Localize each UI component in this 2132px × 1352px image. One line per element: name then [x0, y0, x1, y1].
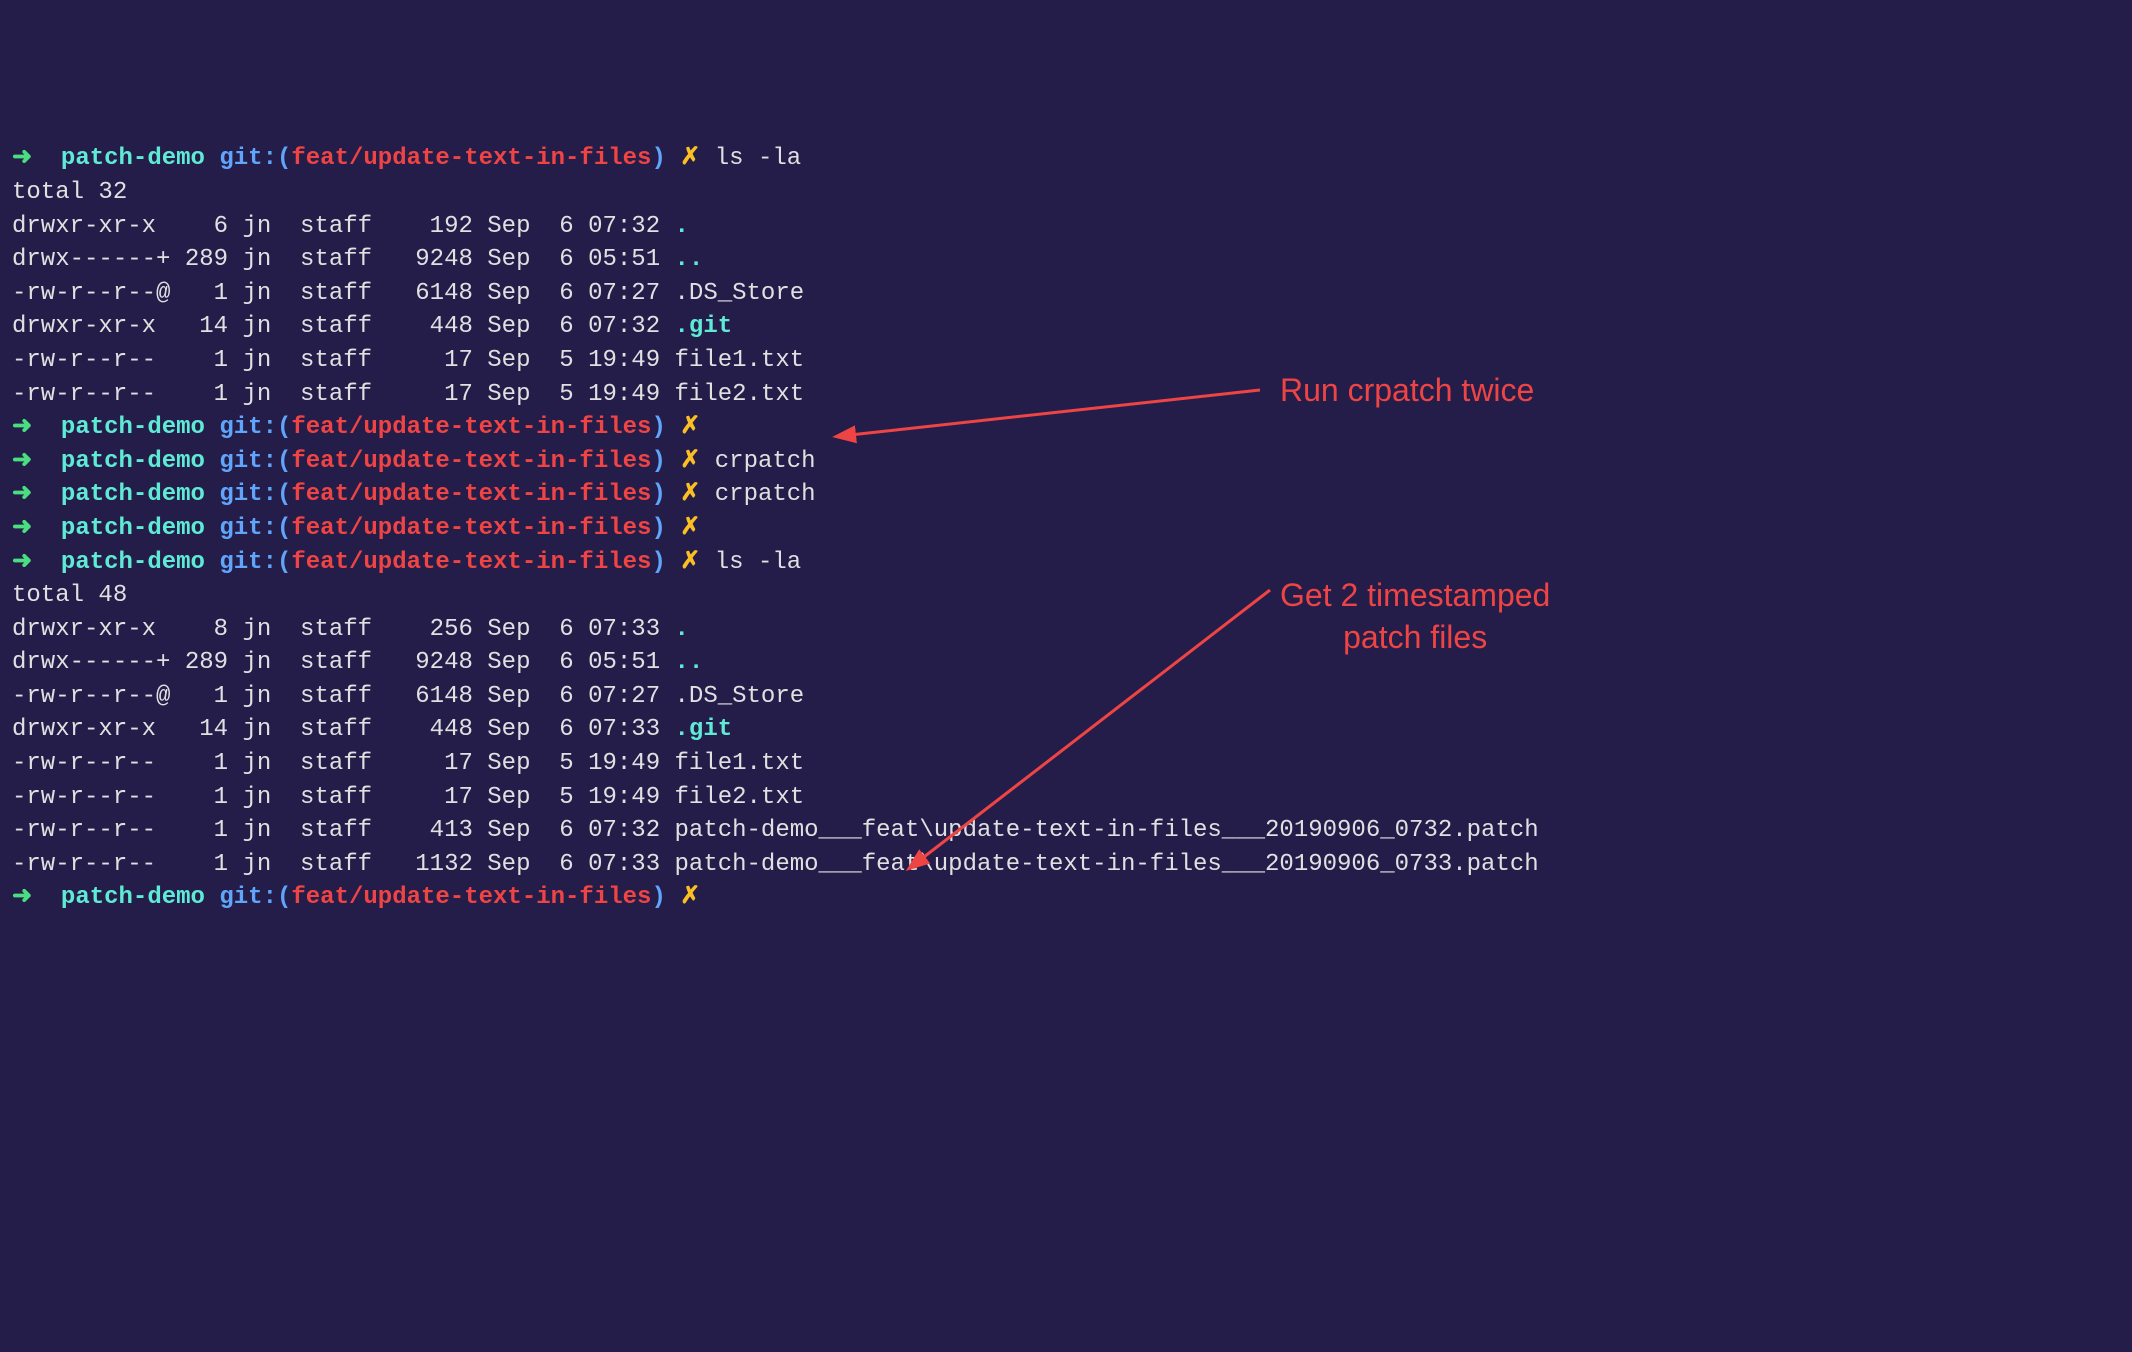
ls-row: drwx------+ 289 jn staff 9248 Sep 6 05:5…: [12, 646, 2120, 680]
command-text: crpatch: [715, 448, 816, 475]
prompt-arrow-icon: ➜: [12, 884, 32, 911]
command-text: crpatch: [715, 481, 816, 508]
terminal-output[interactable]: ➜ patch-demo git:(feat/update-text-in-fi…: [12, 142, 2120, 915]
ls-row: drwx------+ 289 jn staff 9248 Sep 6 05:5…: [12, 243, 2120, 277]
git-branch: feat/update-text-in-files: [291, 481, 651, 508]
ls-filename: ..: [675, 246, 704, 273]
git-close-paren: ): [651, 481, 665, 508]
ls-row: -rw-r--r-- 1 jn staff 413 Sep 6 07:32 pa…: [12, 814, 2120, 848]
git-branch: feat/update-text-in-files: [291, 414, 651, 441]
git-close-paren: ): [651, 549, 665, 576]
git-close-paren: ): [651, 884, 665, 911]
dirty-mark-icon: ✗: [680, 145, 700, 172]
ls-row: drwxr-xr-x 14 jn staff 448 Sep 6 07:32 .…: [12, 310, 2120, 344]
ls-filename: .git: [675, 716, 733, 743]
dirty-mark-icon: ✗: [680, 884, 700, 911]
prompt-dir: patch-demo: [61, 515, 205, 542]
ls-filename: .: [675, 213, 689, 240]
ls-total: total 48: [12, 579, 2120, 613]
command-text: ls -la: [715, 549, 801, 576]
ls-row: -rw-r--r--@ 1 jn staff 6148 Sep 6 07:27 …: [12, 680, 2120, 714]
ls-filename: patch-demo___feat\update-text-in-files__…: [675, 851, 1539, 878]
prompt-dir: patch-demo: [61, 145, 205, 172]
git-branch: feat/update-text-in-files: [291, 448, 651, 475]
git-branch: feat/update-text-in-files: [291, 145, 651, 172]
ls-row: drwxr-xr-x 8 jn staff 256 Sep 6 07:33 .: [12, 613, 2120, 647]
prompt-arrow-icon: ➜: [12, 145, 32, 172]
dirty-mark-icon: ✗: [680, 448, 700, 475]
git-label: git:(: [219, 884, 291, 911]
ls-row: drwxr-xr-x 14 jn staff 448 Sep 6 07:33 .…: [12, 713, 2120, 747]
ls-row: -rw-r--r-- 1 jn staff 17 Sep 5 19:49 fil…: [12, 781, 2120, 815]
ls-row: -rw-r--r-- 1 jn staff 17 Sep 5 19:49 fil…: [12, 344, 2120, 378]
ls-row: drwxr-xr-x 6 jn staff 192 Sep 6 07:32 .: [12, 210, 2120, 244]
ls-filename: .git: [675, 313, 733, 340]
prompt-line: ➜ patch-demo git:(feat/update-text-in-fi…: [12, 546, 2120, 580]
ls-row: -rw-r--r--@ 1 jn staff 6148 Sep 6 07:27 …: [12, 277, 2120, 311]
command-text: ls -la: [715, 145, 801, 172]
ls-filename: ..: [675, 649, 704, 676]
ls-filename: file2.txt: [675, 381, 805, 408]
git-branch: feat/update-text-in-files: [291, 549, 651, 576]
ls-row: -rw-r--r-- 1 jn staff 17 Sep 5 19:49 fil…: [12, 747, 2120, 781]
ls-filename: .: [675, 616, 689, 643]
ls-filename: .DS_Store: [675, 683, 805, 710]
prompt-dir: patch-demo: [61, 549, 205, 576]
prompt-line: ➜ patch-demo git:(feat/update-text-in-fi…: [12, 478, 2120, 512]
git-label: git:(: [219, 481, 291, 508]
dirty-mark-icon: ✗: [680, 481, 700, 508]
dirty-mark-icon: ✗: [680, 549, 700, 576]
prompt-dir: patch-demo: [61, 884, 205, 911]
annotation-run-twice: Run crpatch twice: [1280, 370, 1534, 412]
prompt-arrow-icon: ➜: [12, 515, 32, 542]
ls-row: -rw-r--r-- 1 jn staff 17 Sep 5 19:49 fil…: [12, 378, 2120, 412]
prompt-line: ➜ patch-demo git:(feat/update-text-in-fi…: [12, 411, 2120, 445]
ls-filename: file1.txt: [675, 347, 805, 374]
prompt-line: ➜ patch-demo git:(feat/update-text-in-fi…: [12, 512, 2120, 546]
ls-filename: file1.txt: [675, 750, 805, 777]
prompt-dir: patch-demo: [61, 448, 205, 475]
prompt-line: ➜ patch-demo git:(feat/update-text-in-fi…: [12, 881, 2120, 915]
annotation-timestamped: Get 2 timestamped patch files: [1280, 575, 1550, 658]
git-label: git:(: [219, 145, 291, 172]
ls-total: total 32: [12, 176, 2120, 210]
git-label: git:(: [219, 414, 291, 441]
dirty-mark-icon: ✗: [680, 515, 700, 542]
ls-filename: .DS_Store: [675, 280, 805, 307]
prompt-dir: patch-demo: [61, 481, 205, 508]
git-branch: feat/update-text-in-files: [291, 884, 651, 911]
prompt-line: ➜ patch-demo git:(feat/update-text-in-fi…: [12, 142, 2120, 176]
git-label: git:(: [219, 448, 291, 475]
git-close-paren: ): [651, 414, 665, 441]
ls-filename: file2.txt: [675, 784, 805, 811]
prompt-dir: patch-demo: [61, 414, 205, 441]
prompt-arrow-icon: ➜: [12, 448, 32, 475]
git-branch: feat/update-text-in-files: [291, 515, 651, 542]
git-close-paren: ): [651, 515, 665, 542]
prompt-arrow-icon: ➜: [12, 549, 32, 576]
ls-filename: patch-demo___feat\update-text-in-files__…: [675, 817, 1539, 844]
prompt-line: ➜ patch-demo git:(feat/update-text-in-fi…: [12, 445, 2120, 479]
git-label: git:(: [219, 549, 291, 576]
git-close-paren: ): [651, 448, 665, 475]
git-label: git:(: [219, 515, 291, 542]
dirty-mark-icon: ✗: [680, 414, 700, 441]
ls-row: -rw-r--r-- 1 jn staff 1132 Sep 6 07:33 p…: [12, 848, 2120, 882]
prompt-arrow-icon: ➜: [12, 414, 32, 441]
prompt-arrow-icon: ➜: [12, 481, 32, 508]
git-close-paren: ): [651, 145, 665, 172]
